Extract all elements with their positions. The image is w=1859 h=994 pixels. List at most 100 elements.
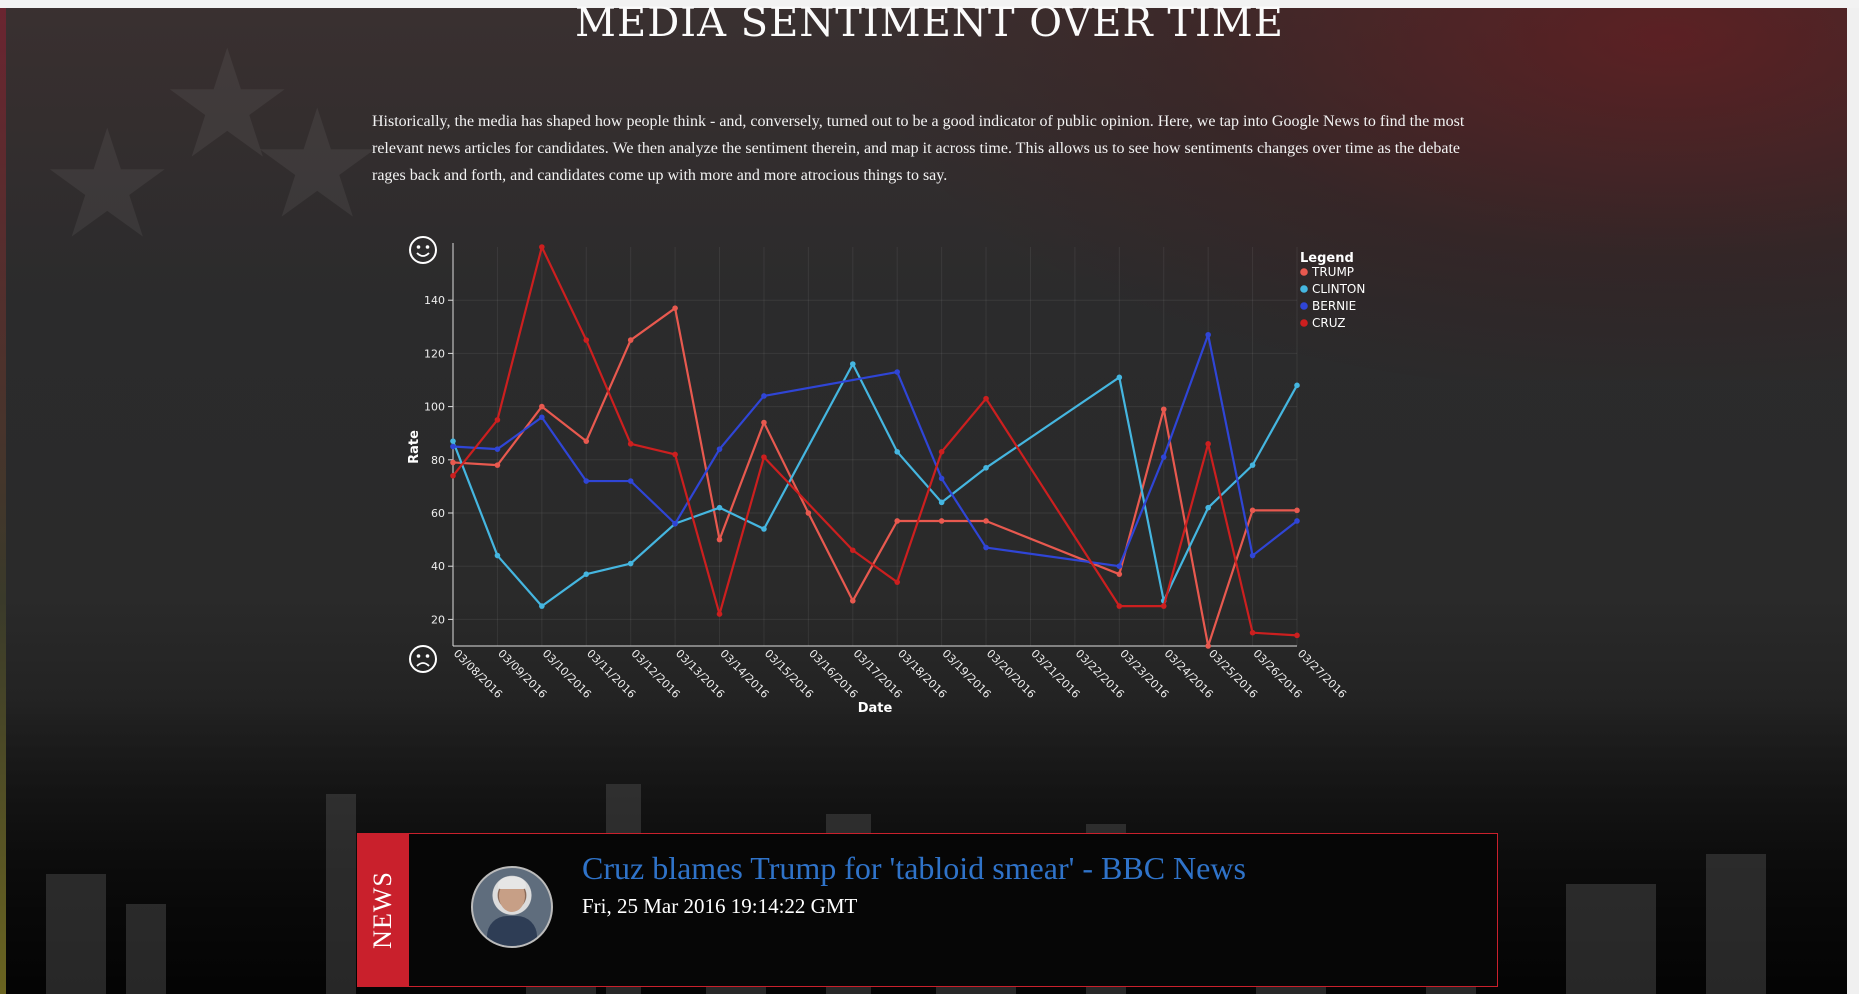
data-point-cruz bbox=[849, 547, 856, 554]
sad-face-icon bbox=[409, 645, 437, 673]
scrollbar[interactable] bbox=[1847, 8, 1859, 994]
data-point-cruz bbox=[1249, 629, 1256, 636]
data-point-cruz bbox=[894, 579, 901, 585]
data-point-cruz bbox=[1294, 632, 1300, 639]
y-tick-label: 80 bbox=[431, 454, 445, 467]
data-point-trump bbox=[983, 518, 989, 524]
data-point-bernie bbox=[761, 393, 767, 399]
data-point-cruz bbox=[761, 454, 767, 460]
page-title: MEDIA SENTIMENT OVER TIME bbox=[575, 0, 1284, 46]
data-point-trump bbox=[805, 510, 812, 516]
data-point-cruz bbox=[983, 395, 989, 402]
legend-label: BERNIE bbox=[1312, 299, 1356, 313]
news-date: Fri, 25 Mar 2016 19:14:22 GMT bbox=[582, 894, 858, 918]
data-point-trump bbox=[494, 462, 501, 468]
x-axis-title: Date bbox=[858, 701, 893, 712]
data-point-clinton bbox=[583, 571, 590, 577]
data-point-clinton bbox=[849, 361, 856, 367]
background-star: ★ bbox=[40, 98, 175, 272]
data-point-clinton bbox=[761, 526, 767, 532]
intro-paragraph: Historically, the media has shaped how p… bbox=[372, 113, 1465, 184]
legend-swatch bbox=[1300, 302, 1308, 310]
data-point-bernie bbox=[583, 478, 590, 484]
data-point-cruz bbox=[539, 244, 545, 250]
y-tick-label: 100 bbox=[424, 401, 445, 414]
data-point-bernie bbox=[494, 446, 501, 452]
data-point-clinton bbox=[938, 499, 945, 506]
news-avatar bbox=[471, 866, 553, 948]
legend-swatch bbox=[1300, 268, 1308, 276]
legend-label: CRUZ bbox=[1312, 316, 1346, 330]
data-point-trump bbox=[849, 597, 856, 604]
data-point-clinton bbox=[1116, 374, 1123, 381]
data-point-cruz bbox=[494, 417, 501, 423]
legend-swatch bbox=[1300, 319, 1308, 327]
data-point-trump bbox=[1116, 571, 1123, 577]
data-point-bernie bbox=[983, 544, 989, 551]
chart-series bbox=[450, 244, 1300, 649]
y-tick-label: 60 bbox=[431, 507, 445, 520]
data-point-clinton bbox=[983, 464, 989, 471]
news-tab-label: NEWS bbox=[368, 871, 397, 949]
data-point-bernie bbox=[1249, 552, 1256, 559]
y-tick-label: 20 bbox=[431, 613, 445, 626]
news-panel: NEWS Cruz blames Trump for 'tabloid smea… bbox=[357, 833, 1498, 987]
data-point-trump bbox=[672, 305, 678, 311]
data-point-trump bbox=[1205, 643, 1211, 649]
y-tick-label: 40 bbox=[431, 560, 445, 573]
data-point-trump bbox=[627, 337, 634, 343]
data-point-bernie bbox=[938, 475, 945, 482]
data-point-bernie bbox=[627, 478, 634, 484]
data-point-cruz bbox=[450, 472, 456, 479]
data-point-trump bbox=[583, 438, 590, 444]
data-point-bernie bbox=[1116, 563, 1123, 569]
data-point-cruz bbox=[716, 611, 723, 617]
y-axis-title: Rate bbox=[407, 430, 422, 464]
news-headline-link[interactable]: Cruz blames Trump for 'tabloid smear' - … bbox=[582, 850, 1246, 887]
data-point-bernie bbox=[1205, 331, 1211, 338]
data-point-clinton bbox=[716, 504, 723, 511]
data-point-clinton bbox=[627, 560, 634, 567]
data-point-clinton bbox=[1205, 504, 1211, 511]
data-point-bernie bbox=[716, 446, 723, 452]
data-point-trump bbox=[1294, 507, 1300, 514]
data-point-clinton bbox=[894, 449, 901, 455]
data-point-trump bbox=[539, 403, 545, 410]
data-point-bernie bbox=[672, 520, 678, 527]
data-point-trump bbox=[1160, 406, 1167, 413]
chart-legend: LegendTRUMP CLINTON BERNIE CRUZ bbox=[1300, 251, 1365, 330]
data-point-clinton bbox=[1249, 462, 1256, 468]
data-point-clinton bbox=[450, 438, 456, 444]
sentiment-line-chart: 2040608010012014003/08/201603/09/201603/… bbox=[407, 236, 1365, 712]
data-point-cruz bbox=[583, 337, 590, 343]
data-point-cruz bbox=[1205, 441, 1211, 447]
data-point-bernie bbox=[894, 369, 901, 375]
data-point-cruz bbox=[672, 451, 678, 458]
data-point-trump bbox=[450, 459, 456, 466]
legend-swatch bbox=[1300, 285, 1308, 293]
data-point-cruz bbox=[938, 449, 945, 455]
data-point-trump bbox=[938, 518, 945, 524]
smiley-face-icon bbox=[409, 236, 437, 264]
data-point-trump bbox=[761, 419, 767, 426]
series-line-trump bbox=[452, 307, 1297, 648]
data-point-bernie bbox=[1294, 518, 1300, 524]
data-point-clinton bbox=[494, 552, 501, 559]
data-point-clinton bbox=[1294, 382, 1300, 389]
news-tab: NEWS bbox=[358, 834, 409, 986]
background-star: ★ bbox=[250, 78, 385, 252]
y-tick-label: 140 bbox=[424, 294, 445, 307]
legend-label: CLINTON bbox=[1312, 282, 1365, 296]
data-point-bernie bbox=[450, 443, 456, 450]
data-point-trump bbox=[894, 518, 901, 524]
data-point-cruz bbox=[627, 441, 634, 447]
data-point-clinton bbox=[539, 603, 545, 609]
legend-label: TRUMP bbox=[1311, 265, 1354, 279]
data-point-bernie bbox=[539, 414, 545, 421]
y-tick-label: 120 bbox=[424, 347, 445, 360]
data-point-trump bbox=[1249, 507, 1256, 514]
data-point-trump bbox=[716, 536, 723, 543]
series-line-clinton bbox=[451, 362, 1298, 608]
data-point-cruz bbox=[1116, 603, 1123, 609]
data-point-cruz bbox=[1160, 603, 1167, 609]
